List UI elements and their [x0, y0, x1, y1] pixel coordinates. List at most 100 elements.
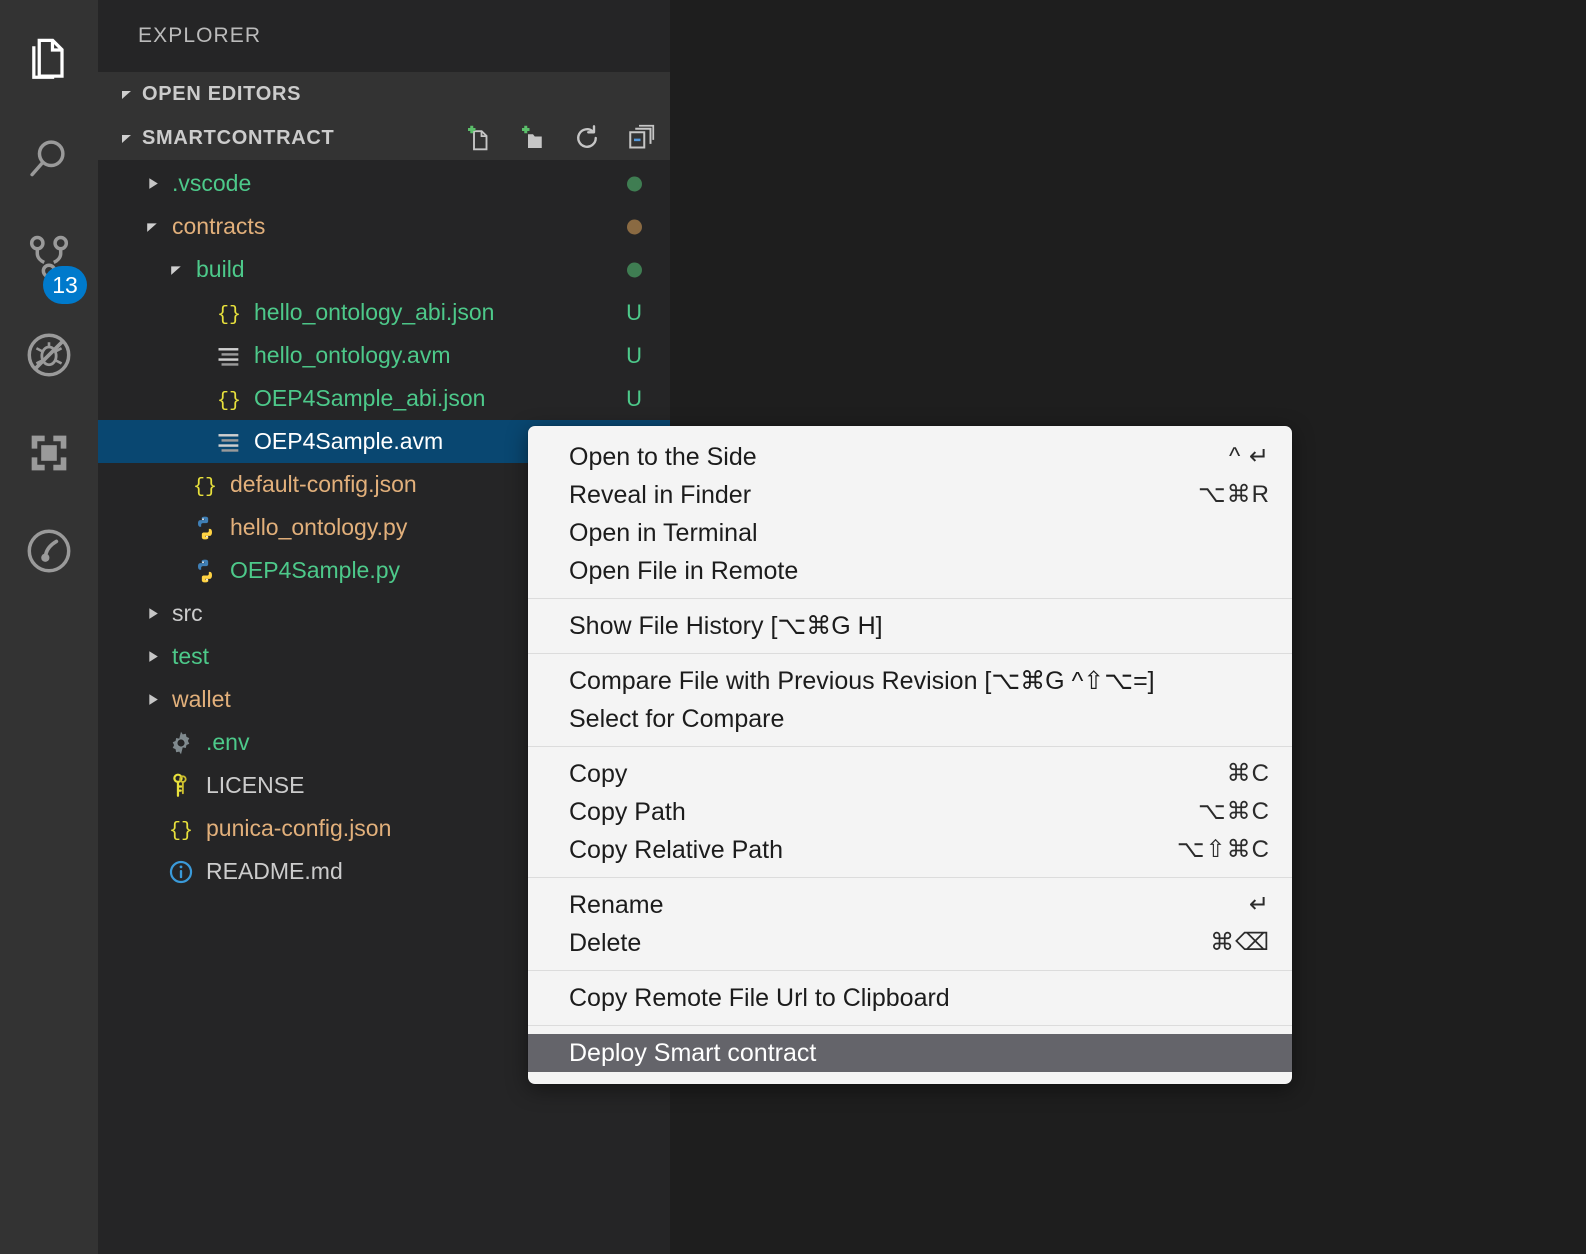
tree-item-label: OEP4Sample.py: [230, 557, 401, 583]
chevron-down-icon: [116, 130, 138, 146]
git-decoration-dot: [627, 219, 642, 234]
icon-spacer: [164, 226, 172, 227]
tree-file-row[interactable]: {} OEP4Sample_abi.json U: [98, 377, 670, 420]
chevron-right-icon[interactable]: [140, 162, 164, 205]
icon-spacer: [188, 269, 196, 270]
activitybar-item-source-control[interactable]: 13: [0, 208, 98, 306]
chevron-right-icon[interactable]: [140, 678, 164, 721]
files-icon: [23, 35, 75, 87]
json-icon: {}: [164, 807, 198, 850]
menu-item[interactable]: Open File in Remote: [528, 552, 1292, 590]
menu-group: Show File History [⌥⌘G H]: [528, 604, 1292, 648]
menu-separator: [528, 1025, 1292, 1026]
menu-item[interactable]: Copy Remote File Url to Clipboard: [528, 979, 1292, 1017]
chevron-right-icon[interactable]: [140, 635, 164, 678]
tree-item-label: .env: [206, 729, 250, 755]
svg-text:{}: {}: [217, 303, 241, 326]
menu-item[interactable]: Copy ⌘C: [528, 755, 1292, 793]
tree-file-row[interactable]: {} hello_ontology_abi.json U: [98, 291, 670, 334]
avm-icon: [212, 420, 246, 463]
menu-item-shortcut: ⌘⌫: [1210, 929, 1270, 956]
menu-item[interactable]: Copy Relative Path ⌥⇧⌘C: [528, 831, 1292, 869]
menu-item[interactable]: Select for Compare: [528, 700, 1292, 738]
chevron-down-icon[interactable]: [164, 248, 188, 291]
collapse-all-icon[interactable]: [626, 123, 656, 153]
menu-item[interactable]: Copy Path ⌥⌘C: [528, 793, 1292, 831]
explorer-actions: [464, 116, 656, 160]
tree-item-label: README.md: [206, 858, 343, 884]
git-status-letter: U: [626, 342, 642, 368]
no-chevron: [140, 764, 164, 807]
menu-group: Copy Remote File Url to Clipboard: [528, 976, 1292, 1020]
refresh-icon[interactable]: [572, 123, 602, 153]
menu-item-label: Deploy Smart contract: [569, 1038, 817, 1067]
tree-folder-row[interactable]: .vscode: [98, 162, 670, 205]
tree-item-label: wallet: [172, 686, 231, 712]
info-icon: [164, 850, 198, 893]
activitybar-item-search[interactable]: [0, 110, 98, 208]
svg-text:{}: {}: [193, 475, 217, 498]
menu-item-shortcut: ^ ↵: [1228, 443, 1270, 470]
new-folder-icon[interactable]: [518, 123, 548, 153]
no-chevron: [140, 721, 164, 764]
avm-icon: [212, 334, 246, 377]
tree-item-label: default-config.json: [230, 471, 417, 497]
new-file-icon[interactable]: [464, 123, 494, 153]
menu-item[interactable]: Rename ↵: [528, 886, 1292, 924]
menu-item[interactable]: Reveal in Finder ⌥⌘R: [528, 476, 1292, 514]
no-chevron: [164, 506, 188, 549]
section-open-editors[interactable]: OPEN EDITORS: [98, 72, 670, 116]
menu-item-label: Compare File with Previous Revision [⌥⌘G…: [569, 666, 1155, 695]
tree-file-row[interactable]: hello_ontology.avm U: [98, 334, 670, 377]
menu-separator: [528, 653, 1292, 654]
menu-item[interactable]: Compare File with Previous Revision [⌥⌘G…: [528, 662, 1292, 700]
menu-item[interactable]: Deploy Smart contract: [528, 1034, 1292, 1072]
python-icon: [188, 549, 222, 592]
activitybar-item-run-and-debug[interactable]: [0, 306, 98, 404]
search-icon: [23, 133, 75, 185]
git-status-letter: U: [626, 385, 642, 411]
chevron-down-icon[interactable]: [140, 205, 164, 248]
chevron-right-icon[interactable]: [140, 592, 164, 635]
menu-item-shortcut: ⌥⌘C: [1198, 798, 1270, 825]
tree-item-label: OEP4Sample.avm: [254, 428, 444, 454]
tree-item-label: LICENSE: [206, 772, 305, 798]
sidebar-title: EXPLORER: [138, 24, 262, 47]
menu-item-label: Open File in Remote: [569, 556, 799, 585]
extensions-icon: [23, 427, 75, 479]
activitybar-item-git-graph[interactable]: [0, 502, 98, 600]
menu-item-label: Reveal in Finder: [569, 480, 752, 509]
section-smartcontract[interactable]: SMARTCONTRACT: [98, 116, 670, 160]
git-graph-icon: [23, 525, 75, 577]
tree-item-label: hello_ontology_abi.json: [254, 299, 495, 325]
activitybar-item-explorer[interactable]: [0, 12, 98, 110]
menu-item[interactable]: Show File History [⌥⌘G H]: [528, 607, 1292, 645]
icon-spacer: [164, 699, 172, 700]
no-chevron: [188, 334, 212, 377]
icon-spacer: [164, 656, 172, 657]
menu-item[interactable]: Open to the Side ^ ↵: [528, 438, 1292, 476]
tree-item-label: OEP4Sample_abi.json: [254, 385, 486, 411]
git-decoration-dot: [627, 176, 642, 191]
menu-item-label: Open to the Side: [569, 442, 757, 471]
menu-group: Open to the Side ^ ↵ Reveal in Finder ⌥⌘R Op…: [528, 435, 1292, 593]
menu-item[interactable]: Open in Terminal: [528, 514, 1292, 552]
menu-item[interactable]: Delete ⌘⌫: [528, 924, 1292, 962]
debug-disabled-icon: [23, 329, 75, 381]
tree-folder-row[interactable]: contracts: [98, 205, 670, 248]
git-status-letter: U: [626, 299, 642, 325]
menu-group: Deploy Smart contract: [528, 1031, 1292, 1075]
keys-icon: [164, 764, 198, 807]
activitybar-item-extensions[interactable]: [0, 404, 98, 502]
no-chevron: [140, 850, 164, 893]
tree-folder-row[interactable]: build: [98, 248, 670, 291]
no-chevron: [164, 549, 188, 592]
menu-item-label: Open in Terminal: [569, 518, 758, 547]
json-icon: {}: [212, 377, 246, 420]
menu-item-label: Select for Compare: [569, 704, 785, 733]
